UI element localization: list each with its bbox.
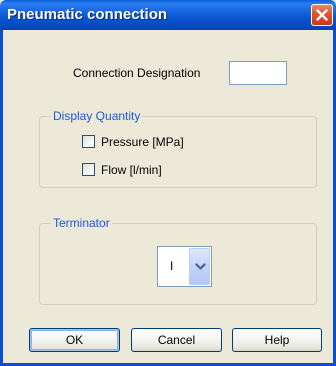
display-quantity-group xyxy=(39,116,317,188)
chevron-down-icon xyxy=(195,263,206,270)
title-bar[interactable]: Pneumatic connection xyxy=(0,0,336,30)
terminator-select[interactable]: I xyxy=(157,246,212,287)
connection-designation-label: Connection Designation xyxy=(73,66,201,80)
close-icon xyxy=(316,9,328,21)
window-frame-left xyxy=(0,30,3,366)
pressure-checkbox[interactable] xyxy=(82,135,95,148)
ok-button[interactable]: OK xyxy=(29,328,120,352)
window-title: Pneumatic connection xyxy=(7,6,168,23)
flow-label[interactable]: Flow [l/min] xyxy=(101,163,162,177)
display-quantity-title: Display Quantity xyxy=(51,109,143,123)
terminator-title: Terminator xyxy=(51,216,112,230)
cancel-button[interactable]: Cancel xyxy=(131,328,222,352)
terminator-selected-value: I xyxy=(170,259,174,273)
close-button[interactable] xyxy=(311,4,333,26)
terminator-dropdown-button[interactable] xyxy=(189,248,210,285)
help-button[interactable]: Help xyxy=(232,328,322,352)
connection-designation-input[interactable] xyxy=(229,61,287,85)
dialog-window: Pneumatic connection Connection Designat… xyxy=(0,0,336,366)
pressure-label[interactable]: Pressure [MPa] xyxy=(101,135,184,149)
flow-checkbox[interactable] xyxy=(82,163,95,176)
